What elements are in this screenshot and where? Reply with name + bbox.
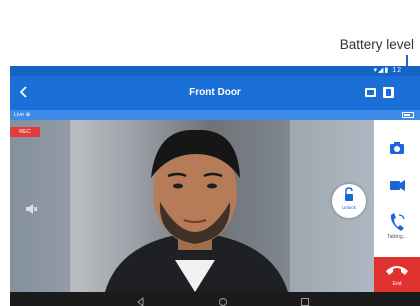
talk-button[interactable]: Talking... <box>374 210 420 246</box>
system-nav-bar <box>10 292 420 306</box>
video-record-icon <box>390 180 405 191</box>
device-screen: ▾◢▮ 12 Front Door Live ⊕ REC Unlock Talk… <box>10 66 420 306</box>
unlock-button[interactable]: Unlock <box>332 184 366 218</box>
live-video-feed[interactable]: REC Unlock <box>10 120 374 292</box>
live-status-bar: Live ⊕ <box>10 110 420 120</box>
camera-snapshot-button[interactable] <box>374 134 420 164</box>
app-bar: Front Door <box>10 76 420 110</box>
battery-icon <box>402 112 414 118</box>
system-status-bar: ▾◢▮ 12 <box>10 66 420 76</box>
end-call-button[interactable]: End <box>374 257 420 292</box>
speaker-mute-icon[interactable] <box>24 202 38 216</box>
video-record-button[interactable] <box>374 170 420 200</box>
end-label: End <box>392 281 402 287</box>
camera-icon <box>390 142 404 154</box>
snapshot-icon[interactable] <box>364 86 377 99</box>
visitor-face-image <box>10 120 374 292</box>
hang-up-icon <box>386 266 408 275</box>
battery-level-callout-label: Battery level <box>339 37 414 52</box>
call-controls-sidebar: Talking... End <box>374 120 420 292</box>
talking-label: Talking... <box>387 234 407 240</box>
back-arrow-icon[interactable] <box>16 84 32 100</box>
live-label: Live ⊕ <box>14 112 31 118</box>
unlock-label: Unlock <box>342 205 356 210</box>
phone-talk-icon <box>390 213 405 231</box>
rec-badge: REC <box>10 127 40 137</box>
battery-level-fill <box>404 114 410 116</box>
lock-open-icon <box>345 187 353 201</box>
nav-back-icon[interactable] <box>136 294 146 306</box>
nav-home-icon[interactable] <box>218 294 228 306</box>
nav-recents-icon[interactable] <box>300 294 310 306</box>
status-icons: ▾◢▮ 12 <box>373 67 402 74</box>
recordings-icon[interactable] <box>382 86 395 99</box>
page-title: Front Door <box>189 87 241 98</box>
